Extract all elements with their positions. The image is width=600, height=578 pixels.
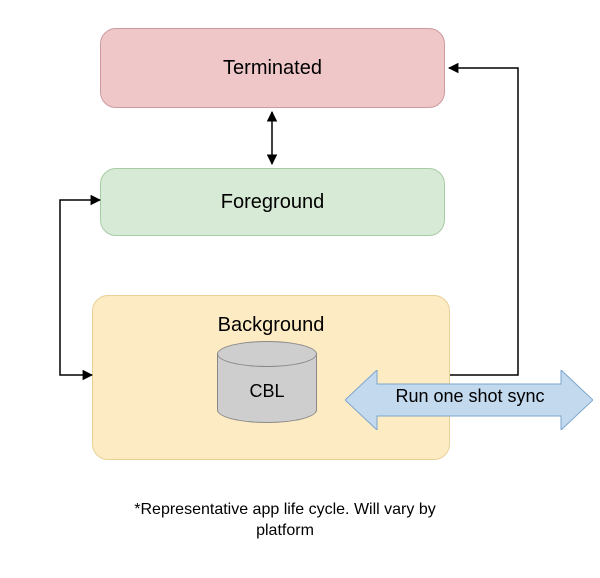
database-label: CBL xyxy=(217,381,317,402)
arrow-background-terminated xyxy=(449,68,518,375)
lifecycle-diagram: Terminated Foreground Background CBL Run… xyxy=(0,0,600,578)
state-foreground-label: Foreground xyxy=(221,191,324,214)
sync-callout xyxy=(345,370,593,430)
state-foreground: Foreground xyxy=(100,168,445,236)
state-terminated-label: Terminated xyxy=(223,57,322,80)
footnote: *Representative app life cycle. Will var… xyxy=(115,500,455,542)
state-terminated: Terminated xyxy=(100,28,445,108)
state-background-label: Background xyxy=(218,314,325,337)
database-icon: CBL xyxy=(217,341,317,419)
